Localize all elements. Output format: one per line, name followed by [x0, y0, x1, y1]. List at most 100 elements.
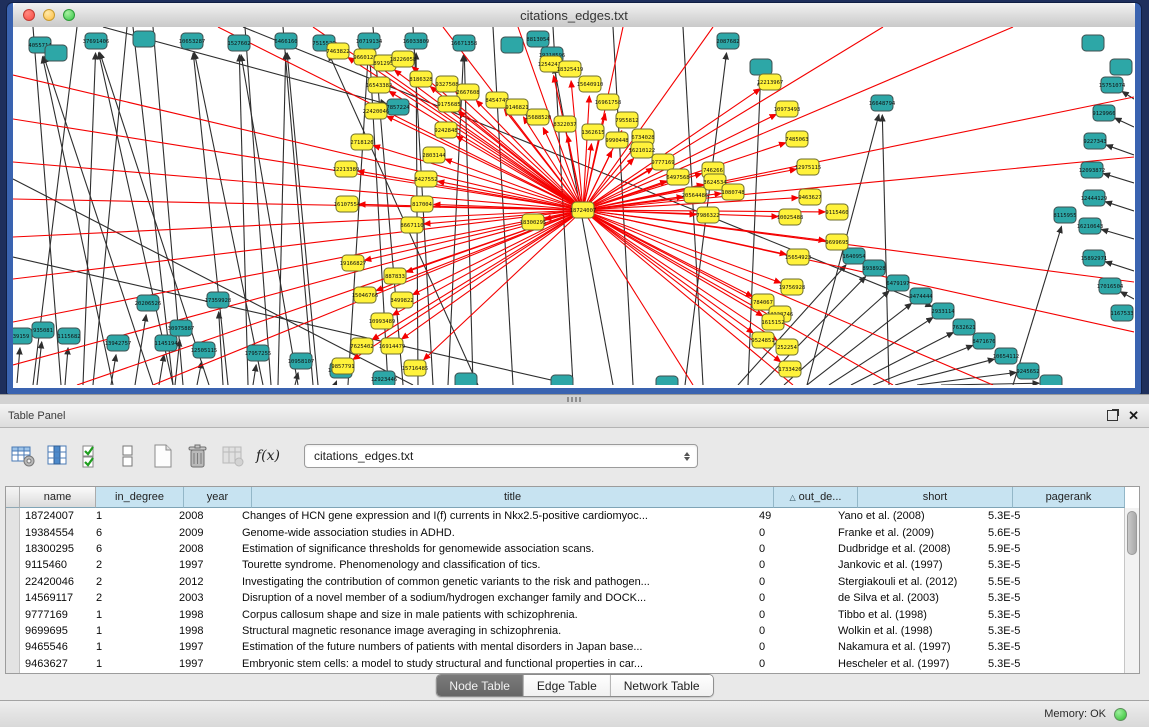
cell-year[interactable]: 1997	[174, 641, 237, 653]
cell-in_degree[interactable]: 1	[91, 641, 174, 653]
cell-title[interactable]: Embryonic stem cells: a model to study s…	[237, 658, 754, 670]
cell-out_de[interactable]: 0	[754, 592, 833, 604]
graph-node[interactable]	[455, 373, 477, 385]
table-row[interactable]: 946362711997Embryonic stem cells: a mode…	[20, 656, 1124, 672]
cell-pagerank[interactable]: 5.3E-5	[983, 658, 1090, 670]
cell-title[interactable]: Structural magnetic resonance image aver…	[237, 625, 754, 637]
unselect-all-icon[interactable]	[115, 442, 141, 470]
cell-short[interactable]: Yano et al. (2008)	[833, 510, 983, 522]
cell-title[interactable]: Disruption of a novel member of a sodium…	[237, 592, 754, 604]
cell-short[interactable]: Tibbo et al. (1998)	[833, 609, 983, 621]
cell-out_de[interactable]: 0	[754, 641, 833, 653]
cell-name[interactable]: 19384554	[20, 527, 91, 539]
cell-in_degree[interactable]: 6	[91, 527, 174, 539]
graph-node[interactable]	[656, 376, 678, 385]
cell-year[interactable]: 1997	[174, 559, 237, 571]
network-canvas[interactable]: 4055714376914061065328715276026466160751…	[13, 27, 1135, 388]
table-settings-icon[interactable]	[10, 442, 36, 470]
cell-name[interactable]: 9777169	[20, 609, 91, 621]
cell-name[interactable]: 9115460	[20, 559, 91, 571]
cell-year[interactable]: 2009	[174, 527, 237, 539]
graph-node[interactable]	[750, 59, 772, 75]
cell-out_de[interactable]: 0	[754, 625, 833, 637]
cell-pagerank[interactable]: 5.3E-5	[983, 609, 1090, 621]
tab-node-table[interactable]: Node Table	[436, 675, 524, 696]
cell-in_degree[interactable]: 2	[91, 592, 174, 604]
new-table-icon[interactable]	[150, 442, 176, 470]
cell-short[interactable]: Stergiakouli et al. (2012)	[833, 576, 983, 588]
citation-network-graph[interactable]: 4055714376914061065328715276026466160751…	[13, 27, 1134, 385]
cell-pagerank[interactable]: 5.3E-5	[983, 592, 1090, 604]
cell-name[interactable]: 18724007	[20, 510, 91, 522]
table-row[interactable]: 1456911722003Disruption of a novel membe…	[20, 590, 1124, 606]
cell-year[interactable]: 1998	[174, 625, 237, 637]
graph-node[interactable]	[501, 37, 523, 53]
vertical-scrollbar[interactable]	[1124, 508, 1139, 673]
delete-table-icon[interactable]	[185, 442, 211, 470]
graph-node[interactable]	[1082, 35, 1104, 51]
cell-in_degree[interactable]: 1	[91, 658, 174, 670]
dropdown-stepper-icon[interactable]	[679, 446, 695, 466]
graph-node[interactable]	[551, 375, 573, 385]
table-row[interactable]: 977716911998Corpus callosum shape and si…	[20, 606, 1124, 622]
close-panel-icon[interactable]: ✕	[1128, 410, 1139, 421]
divider-grip-icon[interactable]	[567, 397, 581, 402]
graph-node[interactable]	[133, 31, 155, 47]
cell-title[interactable]: Corpus callosum shape and size in male p…	[237, 609, 754, 621]
tab-network-table[interactable]: Network Table	[611, 675, 713, 696]
cell-name[interactable]: 9463627	[20, 658, 91, 670]
cell-year[interactable]: 2003	[174, 592, 237, 604]
table-row[interactable]: 1872400712008Changes of HCN gene express…	[20, 508, 1124, 524]
cell-title[interactable]: Estimation of the future numbers of pati…	[237, 641, 754, 653]
cell-short[interactable]: Nakamura et al. (1997)	[833, 641, 983, 653]
cell-out_de[interactable]: 0	[754, 576, 833, 588]
graph-node[interactable]	[45, 45, 67, 61]
column-header-name[interactable]: name	[20, 487, 96, 508]
cell-year[interactable]: 1998	[174, 609, 237, 621]
column-header-year[interactable]: year	[184, 487, 252, 508]
function-builder-icon[interactable]: f(x)	[255, 442, 281, 470]
cell-out_de[interactable]: 0	[754, 609, 833, 621]
cell-pagerank[interactable]: 5.3E-5	[983, 625, 1090, 637]
import-table-icon[interactable]	[220, 442, 246, 470]
column-header-in_degree[interactable]: in_degree	[96, 487, 184, 508]
table-row[interactable]: 1830029562008Estimation of significance …	[20, 541, 1124, 557]
cell-pagerank[interactable]: 5.5E-5	[983, 576, 1090, 588]
table-row[interactable]: 911546021997Tourette syndrome. Phenomeno…	[20, 557, 1124, 573]
network-window[interactable]: citations_edges.txt 40557143769140610653…	[7, 3, 1141, 394]
cell-in_degree[interactable]: 1	[91, 625, 174, 637]
table-row[interactable]: 2242004622012Investigating the contribut…	[20, 574, 1124, 590]
cell-short[interactable]: Dudbridge et al. (2008)	[833, 543, 983, 555]
network-window-titlebar[interactable]: citations_edges.txt	[13, 3, 1135, 28]
table-row[interactable]: 946554611997Estimation of the future num…	[20, 639, 1124, 655]
cell-year[interactable]: 2012	[174, 576, 237, 588]
cell-name[interactable]: 22420046	[20, 576, 91, 588]
memory-ok-indicator-icon[interactable]	[1114, 708, 1127, 721]
table-selector-dropdown[interactable]: citations_edges.txt	[304, 444, 698, 468]
cell-name[interactable]: 14569117	[20, 592, 91, 604]
cell-title[interactable]: Genome-wide association studies in ADHD.	[237, 527, 754, 539]
cell-short[interactable]: de Silva et al. (2003)	[833, 592, 983, 604]
cell-short[interactable]: Wolkin et al. (1998)	[833, 625, 983, 637]
graph-node[interactable]	[1040, 375, 1062, 385]
column-visibility-icon[interactable]	[45, 442, 71, 470]
cell-out_de[interactable]: 49	[754, 510, 833, 522]
cell-pagerank[interactable]: 5.6E-5	[983, 527, 1090, 539]
cell-name[interactable]: 18300295	[20, 543, 91, 555]
float-panel-icon[interactable]	[1107, 410, 1118, 421]
cell-name[interactable]: 9465546	[20, 641, 91, 653]
table-row[interactable]: 1938455462009Genome-wide association stu…	[20, 524, 1124, 540]
cell-pagerank[interactable]: 5.3E-5	[983, 510, 1090, 522]
table-row[interactable]: 969969511998Structural magnetic resonanc…	[20, 623, 1124, 639]
cell-in_degree[interactable]: 2	[91, 559, 174, 571]
cell-out_de[interactable]: 0	[754, 559, 833, 571]
column-header-short[interactable]: short	[858, 487, 1013, 508]
cell-short[interactable]: Hescheler et al. (1997)	[833, 658, 983, 670]
cell-year[interactable]: 1997	[174, 658, 237, 670]
cell-out_de[interactable]: 0	[754, 543, 833, 555]
select-all-icon[interactable]	[80, 442, 106, 470]
cell-title[interactable]: Investigating the contribution of common…	[237, 576, 754, 588]
graph-node[interactable]	[1110, 59, 1132, 75]
cell-name[interactable]: 9699695	[20, 625, 91, 637]
cell-pagerank[interactable]: 5.3E-5	[983, 559, 1090, 571]
